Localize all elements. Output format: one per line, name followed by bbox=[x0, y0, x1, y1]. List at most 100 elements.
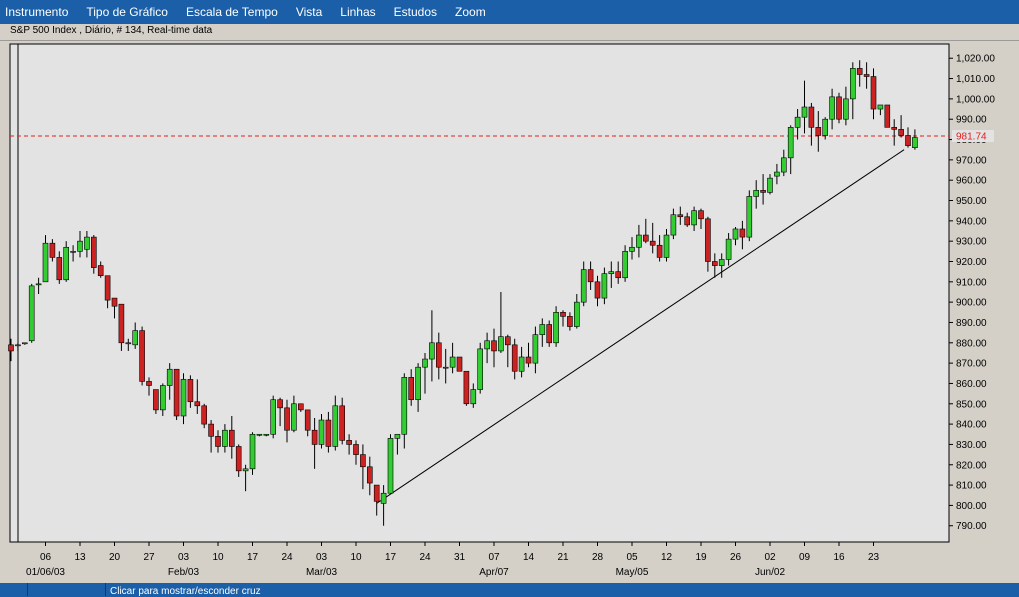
candle-body bbox=[636, 234, 642, 248]
status-bar: Clicar para mostrar/esconder cruz bbox=[0, 583, 1019, 597]
y-tick-label: 800.00 bbox=[956, 501, 987, 512]
candle-body bbox=[884, 104, 891, 128]
candle-body bbox=[56, 257, 63, 281]
x-day-label: 09 bbox=[799, 552, 811, 563]
y-tick-label: 910.00 bbox=[956, 277, 987, 288]
x-month-label: Feb/03 bbox=[168, 567, 200, 578]
candle-body bbox=[732, 228, 739, 240]
x-day-label: 10 bbox=[350, 552, 362, 563]
candle-body bbox=[553, 312, 559, 344]
x-day-label: 17 bbox=[385, 552, 397, 563]
y-tick-label: 1,010.00 bbox=[956, 74, 995, 85]
candle-body bbox=[249, 433, 256, 470]
candle-body bbox=[304, 409, 311, 431]
candle-body bbox=[912, 137, 918, 148]
candle-body bbox=[891, 127, 898, 130]
candle-body bbox=[208, 423, 214, 437]
candle-body bbox=[615, 271, 622, 279]
candle-body bbox=[511, 344, 518, 372]
candle-body bbox=[111, 297, 118, 307]
candle-body bbox=[698, 210, 704, 220]
menu-item-zoom[interactable]: Zoom bbox=[446, 0, 495, 24]
menu-item-estudos[interactable]: Estudos bbox=[385, 0, 446, 24]
x-day-label: 21 bbox=[557, 552, 569, 563]
candle-body bbox=[456, 356, 463, 372]
candle-body bbox=[491, 340, 497, 352]
candle-body bbox=[146, 381, 152, 386]
candle-body bbox=[49, 242, 56, 258]
candle-body bbox=[774, 171, 780, 177]
candle-body bbox=[815, 127, 822, 136]
candle-body bbox=[663, 234, 670, 258]
x-day-label: 07 bbox=[488, 552, 500, 563]
x-day-label: 05 bbox=[626, 552, 638, 563]
candle-body bbox=[353, 444, 359, 455]
menu-item-vista[interactable]: Vista bbox=[287, 0, 331, 24]
candle-body bbox=[898, 129, 904, 136]
current-price-label: 981.74 bbox=[956, 131, 987, 142]
candle-body bbox=[166, 368, 173, 386]
x-day-label: 16 bbox=[833, 552, 845, 563]
candle-body bbox=[725, 238, 732, 260]
candle-body bbox=[97, 265, 104, 277]
candle-body bbox=[656, 244, 663, 258]
candle-body bbox=[42, 242, 49, 283]
candle-body bbox=[21, 342, 28, 345]
x-month-label: 01/06/03 bbox=[26, 567, 65, 578]
candle-body bbox=[84, 236, 90, 250]
menu-bar: Instrumento Tipo de Gráfico Escala de Temp… bbox=[0, 0, 1019, 24]
candle-body bbox=[91, 236, 97, 268]
menu-item-instrumento[interactable]: Instrumento bbox=[0, 0, 77, 24]
y-tick-label: 1,000.00 bbox=[956, 94, 995, 105]
candle-body bbox=[594, 281, 601, 299]
candle-body bbox=[28, 285, 35, 342]
y-tick-label: 950.00 bbox=[956, 196, 987, 207]
candle-body bbox=[401, 377, 408, 435]
candle-body bbox=[270, 399, 277, 435]
candle-body bbox=[311, 429, 318, 445]
y-tick-label: 890.00 bbox=[956, 318, 987, 329]
candle-body bbox=[346, 440, 352, 445]
x-day-label: 03 bbox=[316, 552, 328, 563]
status-text: Clicar para mostrar/esconder cruz bbox=[110, 586, 261, 597]
candle-body bbox=[415, 366, 421, 401]
y-tick-label: 840.00 bbox=[956, 420, 987, 431]
candle-body bbox=[201, 405, 207, 425]
menu-item-linhas[interactable]: Linhas bbox=[331, 0, 384, 24]
x-day-label: 31 bbox=[454, 552, 466, 563]
candle-body bbox=[573, 301, 580, 327]
x-month-label: May/05 bbox=[616, 567, 649, 578]
menu-item-tipo-de-gr-fico[interactable]: Tipo de Gráfico bbox=[77, 0, 177, 24]
candle-body bbox=[35, 283, 42, 286]
candle-body bbox=[360, 454, 366, 468]
x-day-label: 10 bbox=[212, 552, 224, 563]
candle-body bbox=[863, 74, 870, 77]
x-month-label: Mar/03 bbox=[306, 567, 338, 578]
candle-body bbox=[215, 436, 221, 447]
x-month-label: Jun/02 bbox=[755, 567, 785, 578]
plot-background bbox=[9, 43, 950, 543]
candle-body bbox=[539, 324, 546, 335]
candle-body bbox=[629, 246, 635, 252]
candle-body bbox=[601, 273, 608, 299]
candle-body bbox=[787, 127, 794, 159]
candle-body bbox=[449, 356, 456, 368]
x-day-label: 03 bbox=[178, 552, 190, 563]
x-day-label: 23 bbox=[868, 552, 880, 563]
candle-body bbox=[373, 484, 380, 502]
status-separator bbox=[27, 583, 28, 596]
candle-body bbox=[118, 303, 125, 344]
y-tick-label: 790.00 bbox=[956, 521, 987, 532]
menu-item-escala-de-tempo[interactable]: Escala de Tempo bbox=[177, 0, 287, 24]
candle-body bbox=[284, 407, 290, 431]
candle-body bbox=[325, 419, 332, 447]
candle-body bbox=[504, 336, 511, 346]
candle-body bbox=[318, 419, 325, 445]
candle-body bbox=[794, 116, 801, 128]
candle-body bbox=[229, 429, 235, 447]
candle-body bbox=[435, 342, 442, 368]
candle-body bbox=[470, 389, 477, 405]
chart-area[interactable]: 790.00 800.00 810.00 820.00 830.00 840.00 850.… bbox=[0, 41, 1019, 583]
candlestick-chart[interactable]: 790.00 800.00 810.00 820.00 830.00 840.00 850.… bbox=[0, 41, 1019, 583]
chart-title: S&P 500 Index , Diário, # 134, Real-time… bbox=[10, 25, 213, 36]
